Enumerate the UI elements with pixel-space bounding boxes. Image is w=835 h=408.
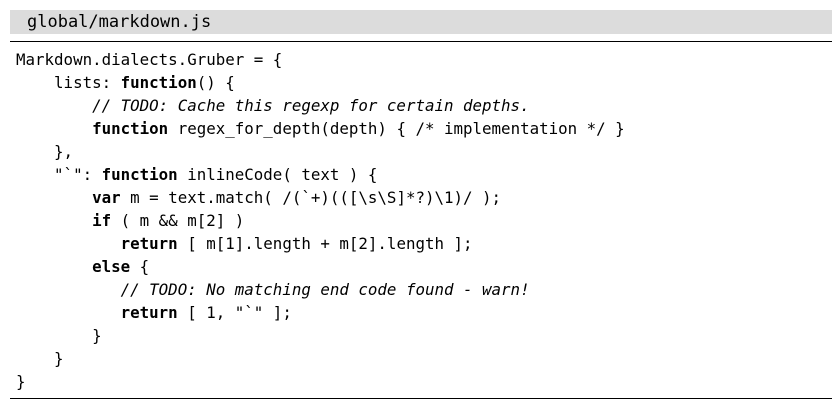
code-text: m = text.match( /(`+)(([\s\S]*?)\1)/ );	[120, 188, 502, 207]
code-line: Markdown.dialects.Gruber = {	[16, 48, 625, 71]
code-listing: Markdown.dialects.Gruber = { lists: func…	[16, 48, 625, 393]
code-text: [ m[1].length + m[2].length ];	[177, 234, 473, 253]
code-text: }	[16, 349, 64, 368]
top-rule	[10, 41, 832, 42]
code-keyword: function	[92, 119, 169, 138]
code-text: () {	[196, 73, 235, 92]
code-keyword: return	[120, 303, 178, 322]
code-text: regex_for_depth(depth) { /* implementati…	[168, 119, 625, 138]
code-line: }	[16, 324, 625, 347]
code-line: }	[16, 370, 625, 393]
code-text: }	[16, 326, 102, 345]
code-keyword: return	[120, 234, 178, 253]
code-text: }	[16, 372, 26, 391]
code-text: },	[16, 142, 74, 161]
code-text: inlineCode( text ) {	[177, 165, 378, 184]
bottom-rule	[10, 398, 832, 399]
code-line: if ( m && m[2] )	[16, 209, 625, 232]
code-comment: // TODO: Cache this regexp for certain d…	[92, 96, 530, 115]
code-line: return [ m[1].length + m[2].length ];	[16, 232, 625, 255]
code-line: // TODO: Cache this regexp for certain d…	[16, 94, 625, 117]
code-line: }	[16, 347, 625, 370]
code-text: ( m && m[2] )	[111, 211, 245, 230]
code-line: function regex_for_depth(depth) { /* imp…	[16, 117, 625, 140]
code-text: [ 1, "`" ];	[177, 303, 292, 322]
code-keyword: var	[92, 188, 121, 207]
code-line: else {	[16, 255, 625, 278]
code-keyword: else	[92, 257, 131, 276]
code-line: "`": function inlineCode( text ) {	[16, 163, 625, 186]
code-text: "`":	[16, 165, 102, 184]
code-line: lists: function() {	[16, 71, 625, 94]
code-comment: // TODO: No matching end code found - wa…	[120, 280, 530, 299]
code-line: var m = text.match( /(`+)(([\s\S]*?)\1)/…	[16, 186, 625, 209]
code-text: {	[130, 257, 150, 276]
code-text: Markdown.dialects.Gruber = {	[16, 50, 283, 69]
code-keyword: function	[101, 165, 178, 184]
code-keyword: function	[120, 73, 197, 92]
code-line: return [ 1, "`" ];	[16, 301, 625, 324]
code-keyword: if	[92, 211, 112, 230]
file-name-header: global/markdown.js	[10, 10, 832, 34]
code-line: },	[16, 140, 625, 163]
code-text: lists:	[16, 73, 121, 92]
code-line: // TODO: No matching end code found - wa…	[16, 278, 625, 301]
